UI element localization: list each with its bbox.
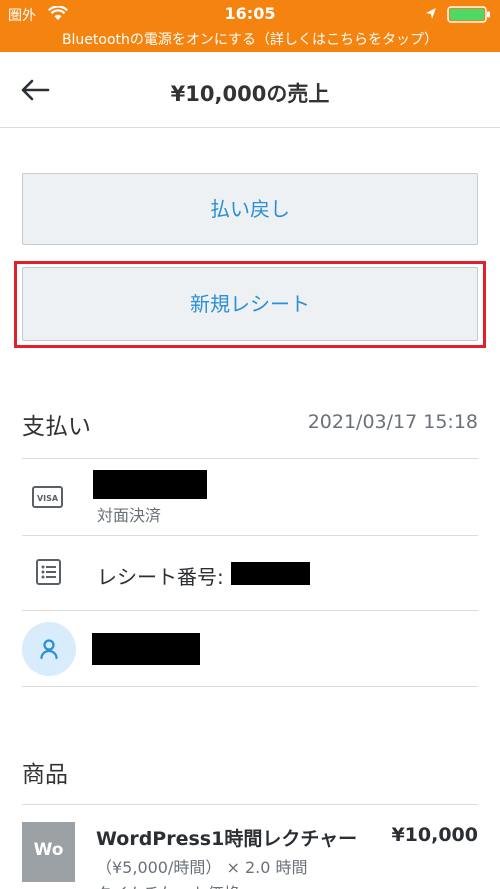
redacted-receipt-number <box>231 562 310 585</box>
product-thumbnail[interactable]: Wo <box>22 822 75 882</box>
refund-button[interactable]: 払い戻し <box>22 173 478 245</box>
divider <box>22 804 478 805</box>
customer-avatar[interactable] <box>22 622 76 676</box>
bluetooth-banner[interactable]: Bluetoothの電源をオンにする（詳しくはこちらをタップ） <box>0 29 500 52</box>
product-detail: （¥5,000/時間） × 2.0 時間 <box>96 858 308 877</box>
status-bar: 圏外 16:05 <box>0 0 500 29</box>
divider <box>22 458 478 459</box>
new-receipt-button[interactable]: 新規レシート <box>22 267 478 341</box>
card-badge-text: VISA <box>37 494 59 503</box>
payment-section-title: 支払い <box>22 414 91 440</box>
payment-datetime: 2021/03/17 15:18 <box>307 411 478 433</box>
divider <box>22 686 478 687</box>
page-title: ¥10,000の売上 <box>170 82 330 106</box>
redacted-card-number <box>93 470 207 499</box>
divider <box>22 535 478 536</box>
person-icon <box>40 639 58 660</box>
card-icon: VISA <box>32 486 63 508</box>
payment-method-label: 対面決済 <box>97 506 162 525</box>
nav-bar: ¥10,000の売上 <box>0 52 500 128</box>
redacted-customer-name <box>92 633 200 665</box>
product-name[interactable]: WordPress1時間レクチャー <box>96 824 357 851</box>
battery-icon <box>447 6 490 23</box>
divider <box>22 610 478 611</box>
items-section-title: 商品 <box>22 762 68 788</box>
location-arrow-icon <box>426 8 436 19</box>
receipt-list-icon <box>36 559 61 585</box>
product-extra: タイムチケット価格 <box>96 880 240 889</box>
receipt-number-label: レシート番号: <box>97 565 224 589</box>
product-price: ¥10,000 <box>391 824 478 846</box>
